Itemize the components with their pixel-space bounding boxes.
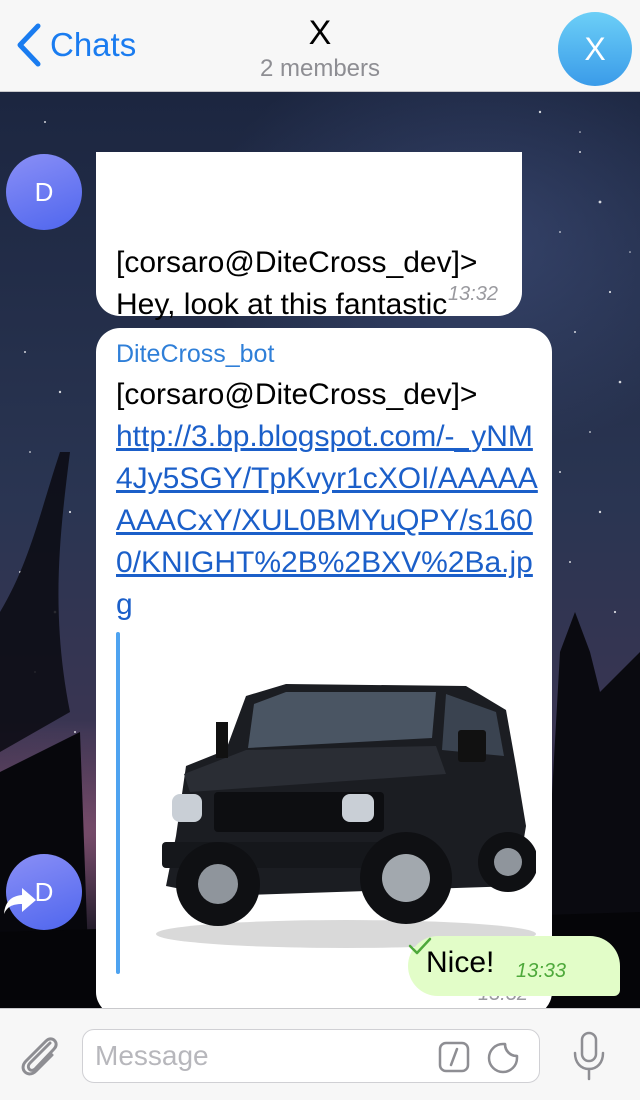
message-input[interactable] <box>82 1029 540 1083</box>
link-preview-image[interactable] <box>136 646 536 966</box>
armored-car-photo <box>156 684 536 948</box>
chat-avatar-initial: X <box>584 30 606 67</box>
chat-header: Chats X 2 members X <box>0 0 640 92</box>
back-label: Chats <box>50 26 137 63</box>
slash-command-icon[interactable] <box>438 1041 470 1073</box>
incoming-message[interactable]: [corsaro@DiteCross_dev]> Hey, look at th… <box>96 152 522 363</box>
link-preview-bar <box>116 632 120 974</box>
message-input-bar <box>0 1008 640 1100</box>
chat-member-count: 2 members <box>259 55 381 82</box>
chevron-left-icon <box>17 23 41 67</box>
sender-avatar-initial: D <box>34 176 54 207</box>
incoming-message-with-link[interactable]: DiteCross_bot [corsaro@DiteCross_dev]> h… <box>96 328 552 1008</box>
message-text: Nice! <box>426 946 495 979</box>
chat-background: [corsaro@DiteCross_dev]> Hey, look at th… <box>0 92 640 1008</box>
share-arrow-icon[interactable] <box>0 880 40 920</box>
sticker-icon[interactable] <box>486 1041 520 1075</box>
paperclip-icon[interactable] <box>16 1031 62 1081</box>
outgoing-message[interactable]: Nice! 13:33 <box>408 936 620 996</box>
chat-title-area[interactable]: X 2 members <box>170 14 470 84</box>
chat-avatar[interactable]: X <box>558 12 632 86</box>
message-time: 13:32 <box>447 283 498 305</box>
sender-avatar[interactable]: D <box>6 154 82 230</box>
chat-title: X <box>308 14 332 52</box>
message-time: 13:33 <box>516 960 567 982</box>
message-link[interactable]: http://3.bp.blogspot.com/-_yNM4Jy5SGY/Tp… <box>116 416 546 626</box>
microphone-icon[interactable] <box>572 1031 606 1083</box>
checkmark-icon <box>408 937 432 955</box>
sender-name[interactable]: DiteCross_bot <box>116 340 274 369</box>
back-button[interactable]: Chats <box>16 22 136 68</box>
message-text: [corsaro@DiteCross_dev]> <box>116 378 478 411</box>
